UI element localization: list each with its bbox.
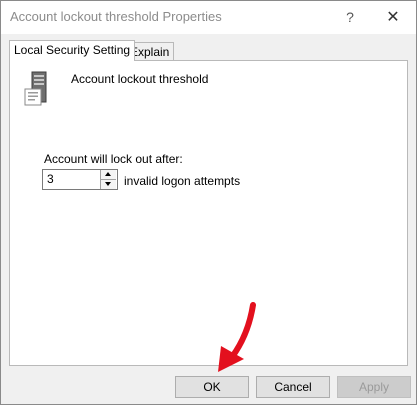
cancel-button[interactable]: Cancel: [256, 376, 330, 398]
server-icon: [24, 71, 47, 106]
up-arrow-icon: [105, 172, 111, 176]
help-button[interactable]: ?: [335, 1, 365, 34]
lockout-threshold-value[interactable]: 3: [47, 172, 54, 186]
window-title: Account lockout threshold Properties: [10, 9, 222, 24]
tab-local-security-setting[interactable]: Local Security Setting: [9, 40, 136, 61]
attempts-label: invalid logon attempts: [124, 174, 241, 188]
policy-name: Account lockout threshold: [71, 72, 209, 86]
ok-button[interactable]: OK: [175, 376, 249, 398]
down-arrow-icon: [105, 182, 111, 186]
red-arrow-annotation: [218, 302, 256, 372]
apply-button[interactable]: Apply: [337, 376, 411, 398]
close-button[interactable]: ✕: [373, 1, 413, 34]
properties-dialog: Account lockout threshold Properties ? ✕…: [0, 0, 417, 405]
decrement-button[interactable]: [100, 180, 116, 189]
tab-panel: Account lockout threshold Account will l…: [9, 60, 408, 366]
increment-button[interactable]: [100, 170, 116, 180]
lockout-label: Account will lock out after:: [44, 152, 183, 166]
lockout-threshold-stepper[interactable]: 3: [42, 169, 118, 190]
title-bar: Account lockout threshold Properties ? ✕: [1, 1, 416, 34]
